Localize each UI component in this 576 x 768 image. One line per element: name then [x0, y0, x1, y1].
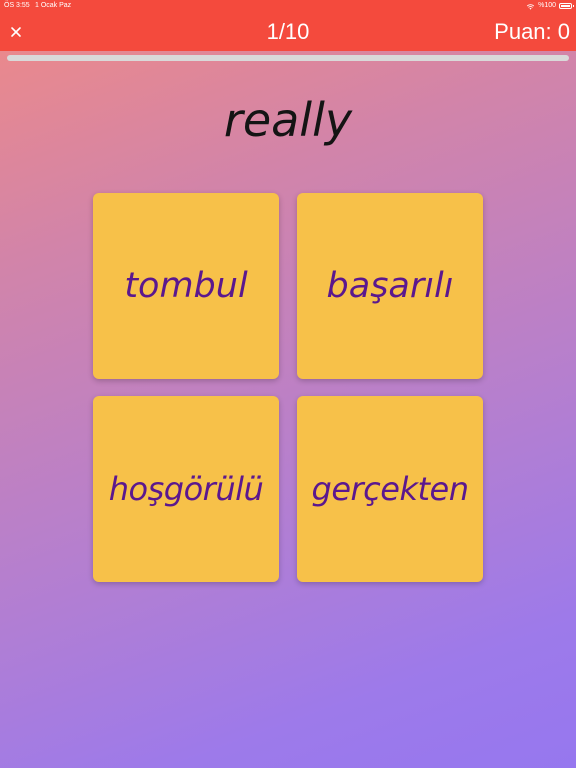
answer-option-1[interactable]: tombul [93, 193, 279, 379]
score-label: Puan: 0 [494, 19, 570, 44]
status-date: 1 Ocak Paz [35, 2, 72, 9]
answer-option-label: gerçekten [311, 470, 469, 508]
wifi-icon [526, 3, 535, 10]
answer-option-3[interactable]: hoşgörülü [93, 396, 279, 582]
header-bar: 1/10 Puan: 0 [0, 12, 576, 51]
question-word: really [223, 93, 353, 147]
question-counter: 1/10 [266, 19, 310, 44]
battery-percent: %100 [538, 2, 556, 9]
answer-option-4[interactable]: gerçekten [297, 396, 483, 582]
answer-option-2[interactable]: başarılı [297, 193, 483, 379]
status-time: ÖS 3:55 [4, 2, 30, 9]
status-bar: ÖS 3:55 1 Ocak Paz %100 [0, 0, 576, 12]
progress-bar [7, 55, 569, 61]
battery-level [561, 5, 570, 7]
answer-option-label: başarılı [326, 266, 454, 306]
status-indicators: %100 [526, 0, 574, 12]
answer-option-label: hoşgörülü [108, 470, 264, 508]
answer-option-label: tombul [124, 266, 248, 306]
battery-icon [559, 3, 574, 9]
